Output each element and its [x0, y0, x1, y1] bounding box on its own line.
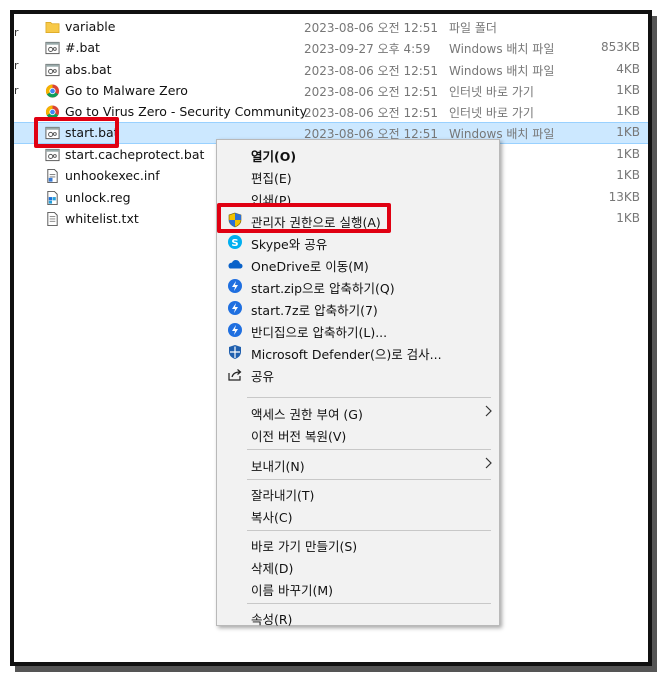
svg-text:S: S: [231, 238, 238, 249]
menu-label: 이름 바꾸기(M): [251, 583, 334, 598]
menu-label: 편집(E): [251, 171, 292, 186]
file-name: start.cacheprotect.bat: [65, 147, 205, 162]
file-size: 13KB: [608, 190, 640, 204]
menu-item-create-shortcut[interactable]: 바로 가기 만들기(S): [217, 533, 499, 555]
file-name: #.bat: [65, 40, 100, 55]
batch-file-icon: [45, 41, 60, 55]
menu-separator: [247, 397, 491, 398]
menu-item-restore-previous[interactable]: 이전 버전 복원(V): [217, 423, 499, 445]
submenu-arrow-icon: [485, 405, 492, 417]
file-type: 인터넷 바로 가기: [449, 106, 534, 120]
file-row[interactable]: abs.bat 2023-08-06 오전 12:51 Windows 배치 파…: [14, 59, 648, 81]
file-size: 853KB: [600, 40, 640, 54]
file-date: 2023-08-06 오전 12:51: [304, 106, 439, 120]
skype-icon: S: [228, 235, 242, 249]
reg-file-icon: [47, 190, 58, 206]
file-date: 2023-08-06 오전 12:51: [304, 21, 439, 35]
menu-label: 바로 가기 만들기(S): [251, 539, 358, 554]
menu-label: 열기(O): [251, 149, 297, 164]
menu-label: OneDrive로 이동(M): [251, 259, 369, 274]
text-file-icon: [47, 211, 58, 227]
menu-label: 속성(R): [251, 612, 293, 627]
screenshot-frame: r r r variable 2023-08-06 오전 12:51 파일 폴더…: [10, 10, 652, 666]
menu-label: Microsoft Defender(으)로 검사...: [251, 347, 442, 362]
file-explorer: r r r variable 2023-08-06 오전 12:51 파일 폴더…: [14, 14, 648, 662]
menu-label: 공유: [251, 369, 275, 384]
bandizip-icon: [228, 323, 242, 337]
chrome-icon: [45, 84, 60, 98]
inf-file-icon: [47, 168, 58, 184]
menu-label: Skype와 공유: [251, 237, 328, 252]
menu-item-send-to[interactable]: 보내기(N): [217, 453, 499, 475]
file-size: 4KB: [616, 62, 640, 76]
file-name: whitelist.txt: [65, 211, 139, 226]
menu-label: 잘라내기(T): [251, 488, 315, 503]
bandizip-icon: [228, 301, 242, 315]
menu-label: start.zip으로 압축하기(Q): [251, 281, 395, 296]
menu-label: 보내기(N): [251, 459, 305, 474]
menu-item-skype-share[interactable]: S Skype와 공유: [217, 231, 499, 253]
menu-item-properties[interactable]: 속성(R): [217, 606, 499, 628]
file-date: 2023-08-06 오전 12:51: [304, 64, 439, 78]
menu-label: 이전 버전 복원(V): [251, 429, 347, 444]
menu-item-edit[interactable]: 편집(E): [217, 165, 499, 187]
menu-item-rename[interactable]: 이름 바꾸기(M): [217, 577, 499, 599]
file-size: 1KB: [616, 125, 640, 139]
menu-item-grant-access[interactable]: 액세스 권한 부여 (G): [217, 401, 499, 423]
folder-icon: [45, 21, 60, 33]
menu-item-cut[interactable]: 잘라내기(T): [217, 482, 499, 504]
menu-item-defender[interactable]: Microsoft Defender(으)로 검사...: [217, 341, 499, 363]
submenu-arrow-icon: [485, 457, 492, 469]
run-as-admin-highlight-box: [217, 203, 391, 233]
menu-item-bandizip[interactable]: 반디집으로 압축하기(L)...: [217, 319, 499, 341]
file-row[interactable]: #.bat 2023-09-27 오후 4:59 Windows 배치 파일 8…: [14, 37, 648, 59]
file-type: Windows 배치 파일: [449, 42, 555, 56]
menu-item-delete[interactable]: 삭제(D): [217, 555, 499, 577]
file-date: 2023-09-27 오후 4:59: [304, 42, 431, 56]
file-row[interactable]: Go to Malware Zero 2023-08-06 오전 12:51 인…: [14, 80, 648, 102]
menu-label: start.7z로 압축하기(7): [251, 303, 378, 318]
share-icon: [228, 369, 242, 381]
menu-separator: [247, 449, 491, 450]
file-size: 1KB: [616, 168, 640, 182]
menu-label: 복사(C): [251, 510, 293, 525]
file-name: unhookexec.inf: [65, 168, 160, 183]
menu-label: 액세스 권한 부여 (G): [251, 407, 363, 422]
file-type: Windows 배치 파일: [449, 64, 555, 78]
menu-label: 반디집으로 압축하기(L)...: [251, 325, 388, 340]
batch-file-icon: [45, 63, 60, 77]
menu-item-copy[interactable]: 복사(C): [217, 504, 499, 526]
menu-item-onedrive[interactable]: OneDrive로 이동(M): [217, 253, 499, 275]
file-name: unlock.reg: [65, 190, 131, 205]
menu-separator: [247, 479, 491, 480]
file-type: 인터넷 바로 가기: [449, 85, 534, 99]
file-name: abs.bat: [65, 62, 112, 77]
menu-item-open[interactable]: 열기(O): [217, 143, 499, 165]
onedrive-cloud-icon: [228, 260, 243, 269]
menu-item-7z[interactable]: start.7z로 압축하기(7): [217, 297, 499, 319]
file-row[interactable]: variable 2023-08-06 오전 12:51 파일 폴더: [14, 16, 648, 38]
menu-separator: [247, 603, 491, 604]
file-name: Go to Malware Zero: [65, 83, 188, 98]
start-bat-highlight-box: [34, 117, 119, 148]
menu-item-share[interactable]: 공유: [217, 363, 499, 385]
file-size: 1KB: [616, 211, 640, 225]
menu-item-zip[interactable]: start.zip으로 압축하기(Q): [217, 275, 499, 297]
file-size: 1KB: [616, 83, 640, 97]
file-size: 1KB: [616, 104, 640, 118]
batch-file-icon: [45, 148, 60, 162]
file-name: variable: [65, 19, 116, 34]
menu-separator: [247, 530, 491, 531]
file-date: 2023-08-06 오전 12:51: [304, 85, 439, 99]
menu-label: 삭제(D): [251, 561, 294, 576]
bandizip-icon: [228, 279, 242, 293]
file-type: 파일 폴더: [449, 21, 497, 35]
file-size: 1KB: [616, 147, 640, 161]
defender-shield-icon: [229, 345, 241, 359]
